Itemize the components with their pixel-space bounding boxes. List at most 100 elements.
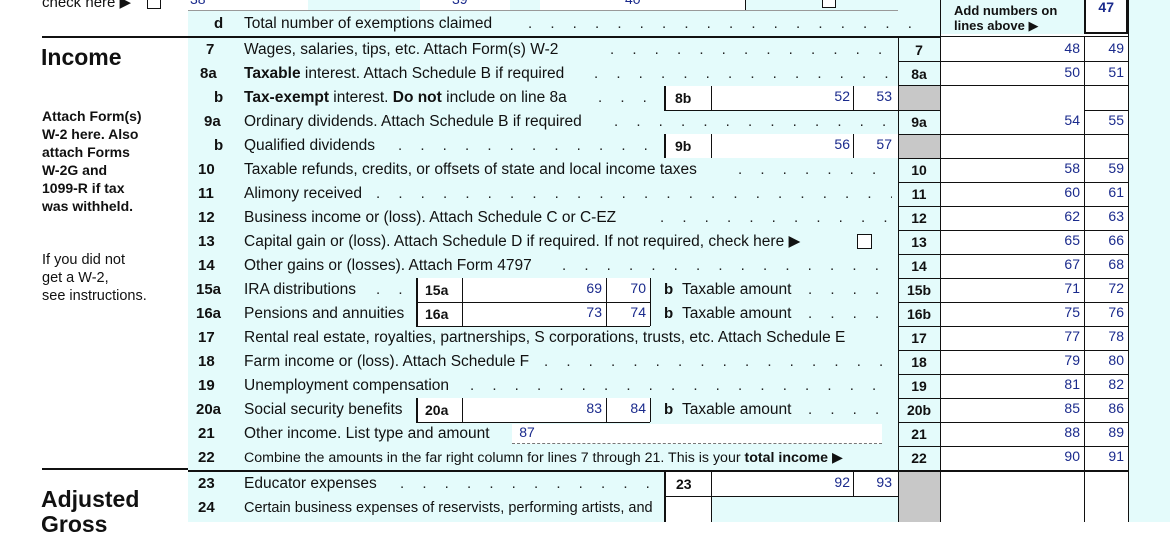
divider — [940, 36, 1128, 37]
line-8b-rest-a: interest. — [329, 89, 393, 106]
field-58[interactable]: 58 — [1030, 159, 1080, 177]
blank-cell — [941, 134, 1084, 158]
line-8b-rest-b: include on line 8a — [441, 89, 567, 106]
attach-note-line: attach Forms — [42, 144, 130, 160]
line-15a-text: IRA distributions — [244, 281, 356, 298]
field-73[interactable]: 73 — [552, 303, 602, 321]
line-11-box-label: 11 — [911, 186, 927, 202]
add-numbers-line1: Add numbers on — [954, 3, 1058, 18]
divider — [711, 134, 712, 158]
line-22-text: Combine the amounts in the far right col… — [244, 449, 843, 467]
field-74[interactable]: 74 — [608, 303, 646, 321]
field-77[interactable]: 77 — [1030, 327, 1080, 345]
field-88[interactable]: 88 — [1030, 423, 1080, 441]
field-62[interactable]: 62 — [1030, 207, 1080, 225]
dot-leader: . . . . . . . . . . . . . . . . . . . . … — [376, 185, 892, 202]
field-86[interactable]: 86 — [1086, 399, 1124, 417]
field-84[interactable]: 84 — [608, 399, 646, 417]
field-83[interactable]: 83 — [552, 399, 602, 417]
line-8b-number: b — [214, 89, 224, 106]
field-93[interactable]: 93 — [856, 473, 892, 491]
divider — [940, 0, 941, 36]
line-12-number: 12 — [198, 209, 215, 226]
field-50[interactable]: 50 — [1030, 63, 1080, 81]
divider — [898, 61, 1128, 62]
field-82[interactable]: 82 — [1086, 375, 1124, 393]
line-10-number: 10 — [198, 161, 215, 178]
field-90[interactable]: 90 — [1030, 447, 1080, 465]
arrow-icon: ▶ — [832, 450, 843, 466]
field-55[interactable]: 55 — [1086, 111, 1124, 129]
field-68[interactable]: 68 — [1086, 255, 1124, 273]
field-63[interactable]: 63 — [1086, 207, 1124, 225]
attach-note-line: W-2 here. Also — [42, 126, 139, 142]
line-13-checkbox[interactable] — [857, 234, 872, 249]
other-income-type-field[interactable] — [512, 424, 882, 444]
field-91[interactable]: 91 — [1086, 447, 1124, 465]
field-85[interactable]: 85 — [1030, 399, 1080, 417]
field-66[interactable]: 66 — [1086, 231, 1124, 249]
line-24-entry[interactable] — [664, 497, 711, 522]
dot-leader: . . . . . . . . . . . . . . . . . . . . … — [544, 353, 892, 370]
field-70[interactable]: 70 — [608, 279, 646, 297]
divider — [650, 302, 651, 326]
field-48[interactable]: 48 — [1030, 39, 1080, 57]
divider — [853, 472, 854, 496]
field-78[interactable]: 78 — [1086, 327, 1124, 345]
field-51[interactable]: 51 — [1086, 63, 1124, 81]
line-21-text: Other income. List type and amount — [244, 425, 490, 442]
line-19-text: Unemployment compensation — [244, 377, 450, 394]
line-16b-text: Taxable amount — [682, 305, 792, 322]
field-75[interactable]: 75 — [1030, 303, 1080, 321]
divider — [664, 110, 898, 111]
field-59[interactable]: 59 — [1086, 159, 1124, 177]
line-11-number: 11 — [198, 185, 214, 202]
field-54[interactable]: 54 — [1030, 111, 1080, 129]
check-here-label: check here ▶ — [42, 0, 131, 12]
dependent-checkbox[interactable] — [822, 0, 836, 8]
field-53[interactable]: 53 — [856, 87, 892, 105]
field-69[interactable]: 69 — [552, 279, 602, 297]
line-9b-text: Qualified dividends — [244, 137, 375, 154]
line-23-number: 23 — [198, 475, 215, 492]
line-d-text: Total number of exemptions claimed — [244, 15, 493, 32]
line-7-text: Wages, salaries, tips, etc. Attach Form(… — [244, 41, 559, 58]
line-16a-box-label: 16a — [425, 306, 449, 322]
field-71[interactable]: 71 — [1030, 279, 1080, 297]
line-12-box-label: 12 — [911, 210, 927, 226]
field-79[interactable]: 79 — [1030, 351, 1080, 369]
divider — [462, 398, 463, 422]
field-72[interactable]: 72 — [1086, 279, 1124, 297]
field-61[interactable]: 61 — [1086, 183, 1124, 201]
field-76[interactable]: 76 — [1086, 303, 1124, 321]
line-13-label: Capital gain or (loss). Attach Schedule … — [244, 233, 785, 250]
dot-leader: . . . . . . . . . . — [738, 161, 892, 178]
field-56[interactable]: 56 — [800, 135, 850, 153]
field-92[interactable]: 92 — [800, 473, 850, 491]
field-67[interactable]: 67 — [1030, 255, 1080, 273]
line-10-box-label: 10 — [911, 162, 927, 178]
line-13-number: 13 — [198, 233, 215, 250]
field-89[interactable]: 89 — [1086, 423, 1124, 441]
line-15a-number: 15a — [196, 281, 222, 298]
line-9a-number: 9a — [204, 113, 221, 130]
dot-leader: . . . . . . . . . . . . . . . . . . . . … — [470, 377, 892, 394]
field-80[interactable]: 80 — [1086, 351, 1124, 369]
blank-cell — [941, 472, 1084, 522]
field-65[interactable]: 65 — [1030, 231, 1080, 249]
attach-forms-note: Attach Form(s) W-2 here. Also attach For… — [42, 107, 142, 215]
divider — [898, 110, 940, 111]
dot-leader: . . . . . — [808, 281, 892, 298]
field-52[interactable]: 52 — [800, 87, 850, 105]
line-19-number: 19 — [198, 377, 215, 394]
field-49[interactable]: 49 — [1086, 39, 1124, 57]
dot-leader: . . . . — [598, 89, 658, 106]
line-13-box-label: 13 — [911, 234, 927, 250]
exemption-checkbox[interactable] — [147, 0, 161, 9]
line-20b-text: Taxable amount — [682, 401, 792, 418]
line-8b-box-label: 8b — [675, 90, 692, 106]
line-18-number: 18 — [198, 353, 215, 370]
field-57[interactable]: 57 — [856, 135, 892, 153]
field-60[interactable]: 60 — [1030, 183, 1080, 201]
field-81[interactable]: 81 — [1030, 375, 1080, 393]
